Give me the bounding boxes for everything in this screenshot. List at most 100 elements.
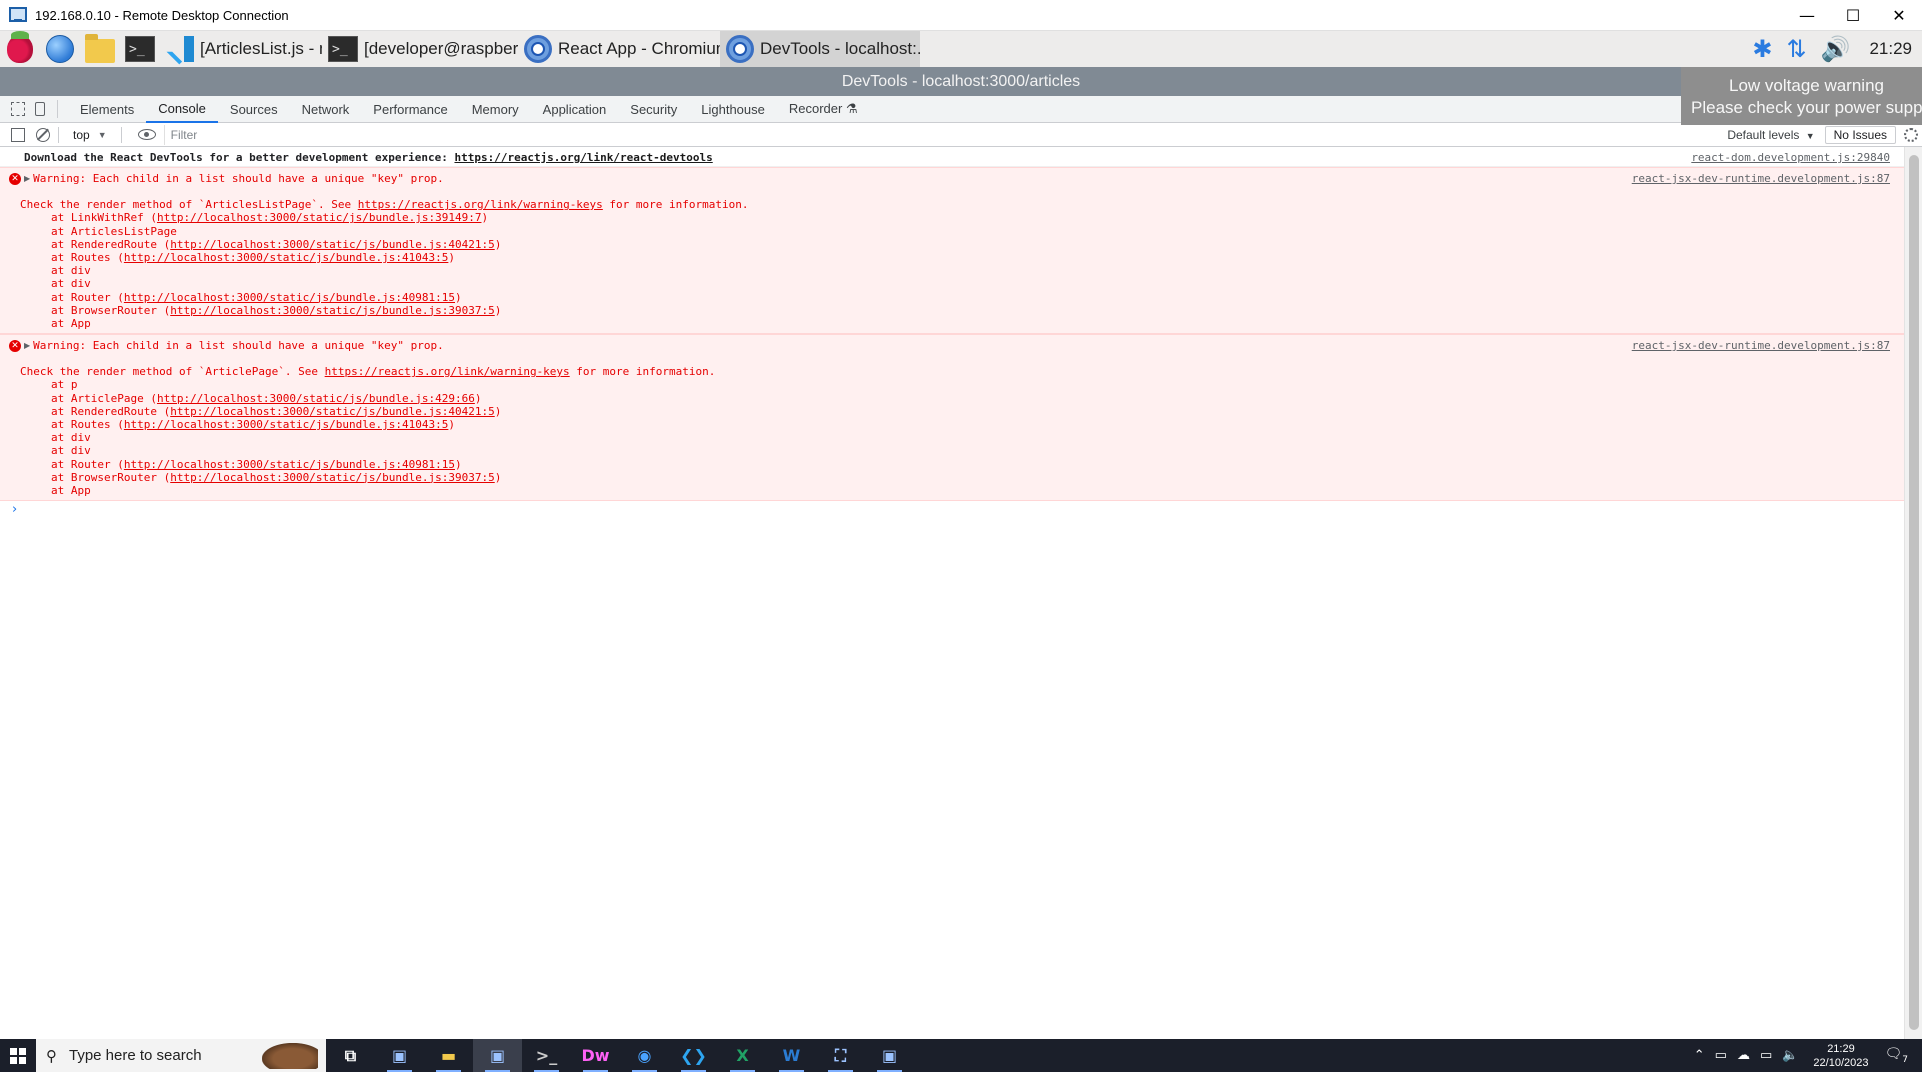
filter-input[interactable] — [163, 124, 1718, 145]
tray-app-icon[interactable]: ▭ — [1715, 1048, 1727, 1063]
maximize-button[interactable]: ☐ — [1830, 0, 1876, 31]
expand-triangle-icon[interactable]: ▶ — [24, 339, 30, 352]
taskbar-app-button[interactable]: ◉ — [620, 1039, 669, 1072]
sidebar-toggle-icon[interactable] — [11, 127, 25, 142]
taskbar-app-button[interactable]: ▣ — [473, 1039, 522, 1072]
task-label: [developer@raspberr... — [364, 39, 518, 58]
taskbar-apps: ⧉ ▣ ▬ ▣ >_ Dw ◉ ❮❯ X W ⛶ ▣ — [326, 1039, 914, 1072]
stack-frame: at Routes (http://localhost:3000/static/… — [51, 418, 455, 431]
minimize-button[interactable]: — — [1784, 0, 1830, 31]
device-toolbar-icon[interactable] — [35, 102, 45, 116]
stack-frame-link[interactable]: http://localhost:3000/static/js/bundle.j… — [124, 291, 455, 304]
taskbar-app-button[interactable]: X — [718, 1039, 767, 1072]
warning-keys-link[interactable]: https://reactjs.org/link/warning-keys — [358, 198, 603, 211]
file-manager-launcher[interactable] — [80, 31, 120, 67]
stack-frame-link[interactable]: http://localhost:3000/static/js/bundle.j… — [157, 392, 475, 405]
clear-console-icon[interactable] — [36, 127, 50, 142]
onedrive-icon[interactable]: ☁ — [1737, 1048, 1750, 1063]
start-button[interactable] — [0, 1039, 36, 1072]
globe-icon — [46, 35, 74, 63]
error-headline[interactable]: ▶ Warning: Each child in a list should ha… — [24, 339, 1904, 352]
react-devtools-link[interactable]: https://reactjs.org/link/react-devtools — [454, 151, 712, 164]
message-source-link[interactable]: react-jsx-dev-runtime.development.js:87 — [1632, 172, 1890, 185]
windows-taskbar: ⚲ Type here to search ⧉ ▣ ▬ ▣ >_ Dw ◉ ❮❯ X W ⛶ ▣ ⌃ … — [0, 1039, 1922, 1072]
tab-security[interactable]: Security — [618, 96, 689, 123]
stack-frame: at div — [51, 444, 91, 458]
eye-icon[interactable] — [137, 129, 156, 140]
error-headline[interactable]: ▶ Warning: Each child in a list should ha… — [24, 172, 1904, 185]
gear-icon[interactable] — [1904, 127, 1918, 142]
scrollbar-thumb[interactable] — [1909, 155, 1919, 1030]
chevron-up-icon[interactable]: ⌃ — [1694, 1048, 1705, 1063]
taskbar-app-button[interactable]: >_ — [522, 1039, 571, 1072]
taskbar-clock[interactable]: 21:29 22/10/2023 — [1813, 1042, 1868, 1070]
stack-frame: at App — [51, 316, 91, 330]
stack-frame-link[interactable]: http://localhost:3000/static/js/bundle.j… — [170, 304, 495, 317]
task-react-app[interactable]: React App - Chromium — [518, 31, 720, 67]
notification-center-button[interactable]: 🗨7 — [1884, 1046, 1908, 1065]
remote-desktop-icon — [9, 7, 27, 23]
stack-frame-link[interactable]: http://localhost:3000/static/js/bundle.j… — [124, 251, 449, 264]
console-output[interactable]: Download the React DevTools for a better… — [0, 147, 1904, 1039]
tab-recorder[interactable]: Recorder ⚗ — [777, 96, 870, 123]
stack-frame-link[interactable]: http://localhost:3000/static/js/bundle.j… — [124, 418, 449, 431]
tab-elements[interactable]: Elements — [68, 96, 146, 123]
rdp-app-icon: ▣ — [881, 1046, 898, 1065]
stack-frame: at div — [51, 277, 91, 291]
check-render-line: Check the render method of `ArticlePage`… — [20, 365, 716, 379]
stack-frame: at div — [51, 264, 91, 278]
tab-network[interactable]: Network — [290, 96, 362, 123]
terminal-launcher[interactable]: >_ — [120, 31, 160, 67]
low-voltage-warning[interactable]: Low voltage warning Please check your po… — [1681, 67, 1922, 125]
chromium-icon — [726, 35, 754, 63]
expand-triangle-icon[interactable]: ▶ — [24, 172, 30, 185]
pi-taskbar: >_ [ArticlesList.js - my_b... >_ [develo… — [0, 31, 1922, 67]
task-devtools[interactable]: DevTools - localhost:... — [720, 31, 920, 67]
raspberry-menu-button[interactable] — [0, 31, 40, 67]
warning-keys-link[interactable]: https://reactjs.org/link/warning-keys — [325, 365, 570, 378]
console-prompt[interactable]: › — [0, 501, 1904, 519]
taskbar-app-button[interactable]: ⛶ — [816, 1039, 865, 1072]
divider — [57, 100, 58, 118]
bluetooth-icon[interactable]: ✱ — [1752, 35, 1772, 63]
pi-clock[interactable]: 21:29 — [1869, 39, 1912, 59]
taskbar-app-button[interactable]: ❮❯ — [669, 1039, 718, 1072]
inspect-element-icon[interactable] — [11, 102, 25, 116]
terminal-icon: >_ — [125, 36, 155, 62]
stack-frame-link[interactable]: http://localhost:3000/static/js/bundle.j… — [170, 238, 495, 251]
browser-launcher[interactable] — [40, 31, 80, 67]
tab-sources[interactable]: Sources — [218, 96, 290, 123]
context-selector[interactable]: top ▼ — [67, 128, 113, 142]
tab-performance[interactable]: Performance — [361, 96, 459, 123]
network-icon[interactable]: ⇅ — [1786, 35, 1806, 63]
log-levels-dropdown[interactable]: Default levels ▼ — [1717, 128, 1824, 142]
stack-frame-link[interactable]: http://localhost:3000/static/js/bundle.j… — [124, 458, 455, 471]
message-source-link[interactable]: react-jsx-dev-runtime.development.js:87 — [1632, 339, 1890, 352]
close-button[interactable]: ✕ — [1876, 0, 1922, 31]
chevron-down-icon: ▼ — [97, 129, 107, 140]
taskbar-app-button[interactable]: ▬ — [424, 1039, 473, 1072]
network-icon[interactable]: ▭ — [1760, 1048, 1772, 1063]
taskbar-search-box[interactable]: ⚲ Type here to search — [36, 1039, 326, 1072]
message-source-link[interactable]: react-dom.development.js:29840 — [1691, 151, 1890, 164]
console-scrollbar[interactable] — [1904, 147, 1922, 1039]
taskbar-app-button[interactable]: ▣ — [375, 1039, 424, 1072]
search-icon: ⚲ — [46, 1046, 57, 1065]
task-terminal[interactable]: >_ [developer@raspberr... — [322, 31, 518, 67]
taskbar-app-button[interactable]: ▣ — [865, 1039, 914, 1072]
taskbar-app-button[interactable]: ⧉ — [326, 1039, 375, 1072]
stack-frame-link[interactable]: http://localhost:3000/static/js/bundle.j… — [170, 405, 495, 418]
tab-memory[interactable]: Memory — [460, 96, 531, 123]
tab-lighthouse[interactable]: Lighthouse — [689, 96, 777, 123]
volume-icon[interactable]: 🔊 — [1821, 35, 1851, 63]
tab-console[interactable]: Console — [146, 96, 218, 123]
tab-application[interactable]: Application — [531, 96, 619, 123]
taskbar-app-button[interactable]: Dw — [571, 1039, 620, 1072]
issues-button[interactable]: No Issues — [1824, 125, 1896, 144]
stack-frame-link[interactable]: http://localhost:3000/static/js/bundle.j… — [170, 471, 495, 484]
taskbar-app-button[interactable]: W — [767, 1039, 816, 1072]
remote-desktop-app-icon: ▣ — [391, 1046, 408, 1065]
stack-frame-link[interactable]: http://localhost:3000/static/js/bundle.j… — [157, 211, 482, 224]
volume-icon[interactable]: 🔈 — [1782, 1048, 1798, 1063]
task-vscode[interactable]: [ArticlesList.js - my_b... — [162, 31, 322, 67]
